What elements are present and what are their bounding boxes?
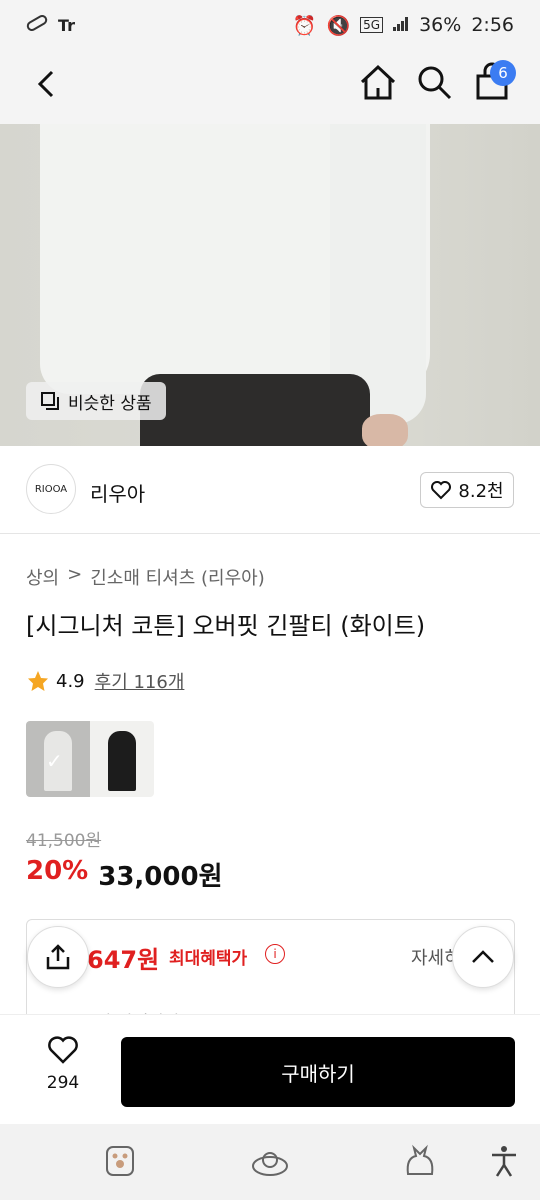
search-icon <box>418 66 452 100</box>
wishlist-count: 294 <box>46 1073 80 1093</box>
cart-count-badge: 6 <box>490 60 516 86</box>
brand-like-button[interactable]: 8.2천 <box>420 472 514 508</box>
star-icon <box>28 671 48 691</box>
breadcrumb-top[interactable]: 상의 <box>26 564 59 590</box>
chevron-up-icon <box>472 950 494 963</box>
color-option-white[interactable]: ✓ <box>26 721 90 797</box>
alarm-icon: ⏰ <box>292 14 317 37</box>
app-icon: Tr <box>58 15 76 35</box>
cat-icon[interactable] <box>402 1144 442 1180</box>
search-button[interactable] <box>414 62 454 102</box>
color-options: ✓ <box>26 721 154 797</box>
share-button[interactable] <box>27 926 89 988</box>
accessibility-icon[interactable] <box>488 1144 528 1180</box>
home-button[interactable] <box>358 62 398 102</box>
mute-icon: 🔇 <box>326 14 351 37</box>
product-title: [시그니처 코튼] 오버핏 긴팔티 (화이트) <box>26 612 426 640</box>
network-label: 5G <box>360 17 384 33</box>
top-bar <box>0 50 540 124</box>
paw-icon[interactable] <box>104 1144 144 1180</box>
pants-shape <box>140 374 370 446</box>
reviews-link[interactable]: 후기 116개 <box>95 668 185 694</box>
breadcrumb: 상의 > 긴소매 티셔츠 (리우아) <box>26 564 265 590</box>
rating-value: 4.9 <box>56 670 85 692</box>
brand-row: RIOOA 리우아 8.2천 <box>0 446 540 534</box>
signal-icon <box>393 14 409 36</box>
breadcrumb-category[interactable]: 긴소매 티셔츠 (리우아) <box>90 564 265 590</box>
status-bar: Tr ⏰ 🔇 5G 36% 2:56 <box>0 0 540 50</box>
similar-products-label: 비슷한 상품 <box>68 393 152 414</box>
checkmark-icon: ✓ <box>46 749 63 773</box>
price-row: 20% 33,000원 <box>26 856 223 893</box>
rating-row: 4.9 후기 116개 <box>26 668 184 694</box>
benefit-label: 최대혜택가 <box>169 949 248 969</box>
chevron-left-icon <box>37 70 54 98</box>
color-option-black[interactable] <box>90 721 154 797</box>
max-benefit-box[interactable]: 647원 최대혜택가 i 자세히 4,050원 최대적립 <box>26 919 515 1029</box>
wishlist-button[interactable]: 294 <box>30 1035 96 1093</box>
brand-like-count: 8.2천 <box>458 481 504 502</box>
cat-bed-icon[interactable] <box>250 1144 290 1180</box>
original-price: 41,500원 <box>26 831 102 851</box>
sale-price: 33,000원 <box>98 862 223 892</box>
brand-logo[interactable]: RIOOA <box>26 464 76 514</box>
hand-shape <box>362 414 408 446</box>
heart-icon <box>431 481 452 500</box>
back-button[interactable] <box>30 66 66 102</box>
info-icon[interactable]: i <box>265 944 285 964</box>
home-icon <box>360 64 396 100</box>
copy-icon <box>41 392 59 410</box>
buy-button[interactable]: 구매하기 <box>121 1037 515 1107</box>
scroll-top-button[interactable] <box>452 926 514 988</box>
brand-name[interactable]: 리우아 <box>90 478 145 507</box>
system-nav-bar <box>0 1124 540 1200</box>
similar-products-button[interactable]: 비슷한 상품 <box>26 382 166 420</box>
heart-icon <box>48 1036 78 1064</box>
benefit-amount: 647원 <box>87 946 160 974</box>
bottom-action-bar: 294 구매하기 <box>0 1014 540 1124</box>
clock: 2:56 <box>471 14 514 36</box>
pill-icon <box>26 14 48 37</box>
battery-percent: 36% <box>419 14 462 36</box>
discount-rate: 20% <box>26 856 89 886</box>
share-icon <box>46 944 70 970</box>
model-figure-black <box>108 731 136 791</box>
chevron-right-icon: > <box>67 564 83 585</box>
